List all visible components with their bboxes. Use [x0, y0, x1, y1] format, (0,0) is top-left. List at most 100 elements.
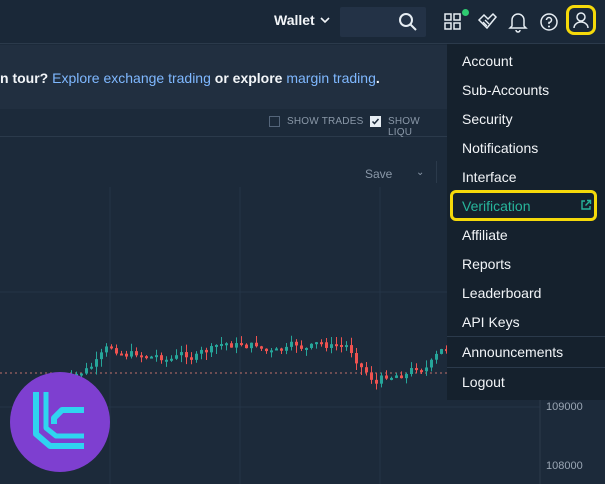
candle-body: [245, 344, 248, 349]
candle-body: [140, 355, 143, 358]
candle-body: [145, 356, 148, 359]
candle-body: [350, 345, 353, 354]
menu-divider: [447, 367, 605, 368]
candle-body: [165, 359, 168, 362]
candle-body: [390, 377, 393, 380]
chart-options-bar: SHOW TRADES SHOW LIQU: [0, 110, 447, 138]
candle-body: [235, 343, 238, 348]
menu-divider: [447, 336, 605, 337]
show-trades-checkbox[interactable]: [269, 116, 280, 127]
apps-button[interactable]: [441, 9, 469, 35]
notifications-button[interactable]: [505, 9, 531, 35]
candle-body: [190, 357, 193, 360]
candle-body: [440, 349, 443, 354]
menu-item-sub-accounts[interactable]: Sub-Accounts: [462, 82, 549, 98]
candle-body: [420, 370, 423, 373]
logo-mark-icon: [33, 392, 84, 449]
wallet-label: Wallet: [274, 12, 315, 28]
menu-item-account[interactable]: Account: [462, 53, 513, 69]
tour-prefix: n tour?: [0, 70, 53, 86]
candle-body: [330, 344, 333, 348]
help-button[interactable]: [536, 9, 562, 35]
candlestick-series: [60, 335, 448, 394]
candle-body: [395, 375, 398, 378]
candle-body: [435, 353, 438, 360]
candle-body: [150, 356, 153, 359]
toolbar-separator: [436, 161, 437, 183]
wallet-dropdown[interactable]: Wallet: [274, 12, 331, 28]
candle-body: [275, 348, 278, 351]
explore-exchange-link[interactable]: Explore exchange trading: [52, 70, 211, 86]
candle-body: [115, 348, 118, 354]
candle-body: [310, 343, 313, 348]
candle-body: [240, 343, 243, 346]
candle-body: [155, 355, 158, 358]
help-icon: [540, 13, 558, 31]
candle-body: [130, 351, 133, 357]
menu-item-security[interactable]: Security: [462, 111, 513, 127]
show-liquidations-checkbox[interactable]: [370, 116, 381, 127]
candle-body: [295, 341, 298, 346]
menu-item-reports[interactable]: Reports: [462, 256, 511, 272]
chevron-down-icon[interactable]: ⌄: [416, 167, 424, 178]
candle-body: [280, 348, 283, 351]
notification-dot: [462, 9, 469, 16]
price-axis-label: 108000: [546, 460, 583, 472]
candle-body: [185, 352, 188, 358]
menu-item-announcements[interactable]: Announcements: [462, 344, 563, 360]
candle-body: [90, 366, 93, 369]
candle-body: [160, 355, 163, 361]
menu-item-logout[interactable]: Logout: [462, 374, 505, 390]
candle-body: [365, 367, 368, 373]
candle-body: [175, 355, 178, 359]
candle-body: [305, 347, 308, 350]
candle-body: [375, 379, 378, 384]
candle-body: [315, 342, 318, 345]
candle-body: [340, 344, 343, 347]
candle-body: [250, 342, 253, 349]
candle-body: [205, 349, 208, 353]
candle-body: [425, 367, 428, 372]
external-link-icon: [581, 199, 592, 210]
candle-body: [255, 342, 258, 347]
candle-body: [225, 343, 228, 346]
candle-body: [270, 350, 273, 353]
candle-body: [120, 353, 123, 356]
candle-body: [370, 372, 373, 380]
menu-item-api-keys[interactable]: API Keys: [462, 314, 520, 330]
candle-body: [170, 358, 173, 361]
candle-body: [230, 343, 233, 348]
tour-suffix: .: [375, 70, 380, 86]
candle-body: [285, 346, 288, 351]
tour-middle: or explore: [210, 70, 287, 86]
check-icon: [371, 118, 380, 125]
user-menu-button[interactable]: [566, 5, 596, 35]
bell-icon: [508, 13, 528, 33]
show-liquidations-label: SHOW LIQU: [388, 116, 420, 138]
search-icon[interactable]: [398, 12, 418, 32]
candle-body: [220, 344, 223, 347]
candle-body: [355, 353, 358, 364]
user-icon: [573, 12, 589, 29]
search-box[interactable]: [340, 7, 426, 37]
brand-logo: [10, 372, 110, 472]
candle-body: [200, 349, 203, 354]
candle-body: [265, 348, 268, 352]
referral-button[interactable]: [474, 9, 500, 35]
save-layout-button[interactable]: Save: [365, 167, 392, 181]
menu-item-affiliate[interactable]: Affiliate: [462, 227, 508, 243]
verification-highlight[interactable]: [450, 190, 597, 221]
menu-item-leaderboard[interactable]: Leaderboard: [462, 285, 541, 301]
candle-body: [300, 345, 303, 349]
candle-body: [405, 374, 408, 379]
chevron-down-icon: [320, 17, 330, 24]
candle-body: [345, 345, 348, 348]
candle-body: [410, 368, 413, 375]
show-trades-label: SHOW TRADES: [287, 116, 364, 127]
candle-body: [105, 346, 108, 353]
menu-item-interface[interactable]: Interface: [462, 169, 516, 185]
menu-item-notifications[interactable]: Notifications: [462, 140, 538, 156]
margin-trading-link[interactable]: margin trading: [286, 70, 376, 86]
candle-body: [95, 359, 98, 367]
candle-body: [385, 375, 388, 379]
